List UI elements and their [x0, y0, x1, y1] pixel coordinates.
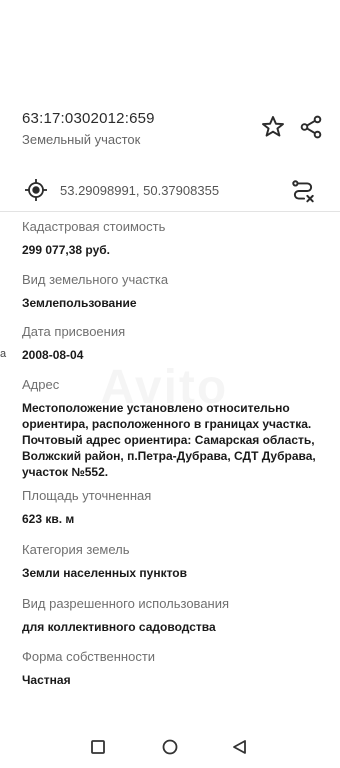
field-assignment-date: Дата присвоения 2008-08-04	[22, 323, 334, 363]
field-value: Землепользование	[22, 296, 137, 310]
cadastral-number[interactable]: 63:17:0302012:659	[22, 110, 155, 127]
watermark-text: Avito	[100, 361, 228, 414]
field-label: Форма собственности	[22, 649, 156, 664]
field-value: 623 кв. м	[22, 512, 75, 526]
watermark: Avito	[100, 360, 228, 415]
field-label: Площадь уточненная	[22, 488, 152, 503]
coordinates-text[interactable]: 53.29098991, 50.37908355	[60, 183, 219, 198]
square-icon[interactable]	[89, 738, 107, 756]
field-value: Земли населенных пунктов	[22, 566, 188, 580]
route-icon[interactable]	[290, 178, 316, 204]
status-bar	[0, 0, 340, 96]
field-ownership-form: Форма собственности Частная	[22, 648, 334, 688]
coordinates-row: 53.29098991, 50.37908355	[0, 168, 340, 212]
system-navigation-bar	[0, 724, 340, 768]
field-permitted-use: Вид разрешенного использования для колле…	[22, 595, 334, 635]
field-land-category: Категория земель Земли населенных пункто…	[22, 541, 334, 581]
object-type: Земельный участок	[22, 132, 141, 147]
field-label: Вид земельного участка	[22, 272, 169, 287]
target-icon[interactable]	[24, 178, 48, 202]
field-label: Дата присвоения	[22, 324, 126, 339]
field-parcel-kind: Вид земельного участка Землепользование	[22, 271, 334, 311]
circle-icon[interactable]	[161, 738, 179, 756]
field-value: 299 077,38 руб.	[22, 243, 110, 257]
parcel-header: 63:17:0302012:659 Земельный участок	[0, 100, 340, 158]
field-cadastral-value: Кадастровая стоимость 299 077,38 руб.	[22, 218, 334, 258]
field-label: Кадастровая стоимость	[22, 219, 166, 234]
triangle-back-icon[interactable]	[231, 738, 249, 756]
field-value: для коллективного садоводства	[22, 620, 216, 634]
star-icon[interactable]	[260, 114, 286, 140]
field-area: Площадь уточненная 623 кв. м	[22, 487, 334, 527]
share-icon[interactable]	[298, 114, 324, 140]
details-list: Кадастровая стоимость 299 077,38 руб. Ви…	[0, 212, 340, 692]
field-value: Частная	[22, 673, 71, 687]
field-label: Категория земель	[22, 542, 130, 557]
field-label: Вид разрешенного использования	[22, 596, 230, 611]
